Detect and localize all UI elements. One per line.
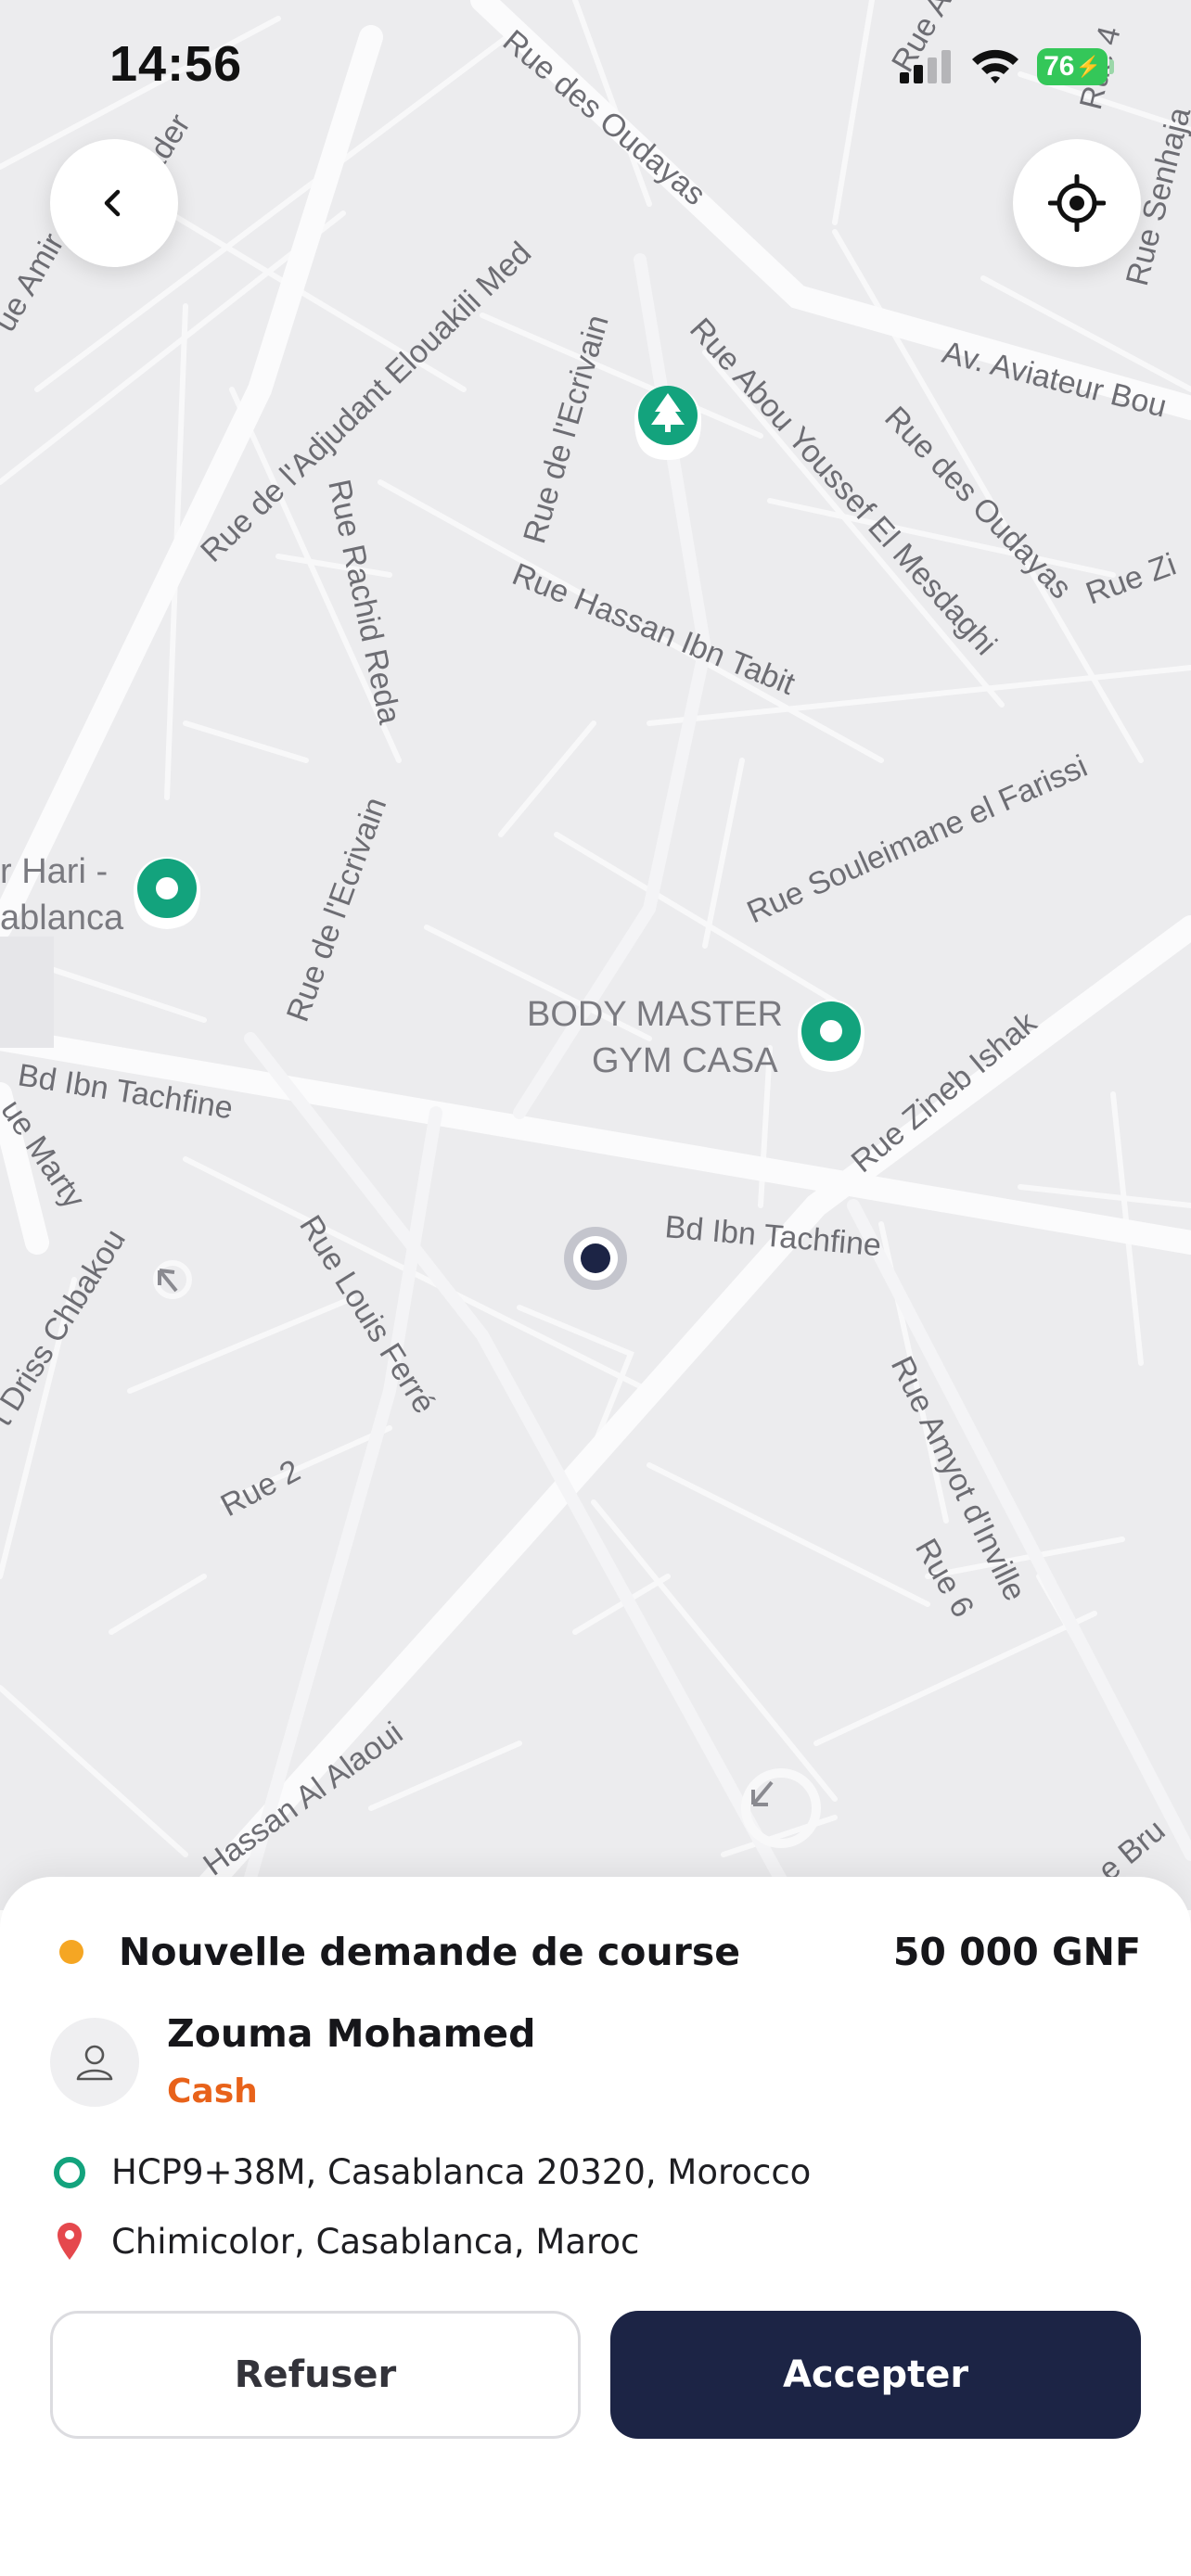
status-bar: 14:56 76 ⚡ [0, 0, 1191, 130]
pending-status-dot [59, 1940, 83, 1964]
recenter-location-button[interactable] [1013, 139, 1141, 267]
status-time: 14:56 [109, 36, 243, 92]
rider-avatar [50, 2018, 139, 2107]
back-button[interactable] [50, 139, 178, 267]
street-label: t Driss Chbakou [0, 1223, 133, 1432]
rider-name: Zouma Mohamed [167, 2011, 536, 2056]
locate-crosshair-icon [1048, 174, 1106, 232]
street-label: Rue Souleimane el Farissi [742, 748, 1093, 930]
request-title: Nouvelle demande de course [119, 1930, 741, 1974]
dropoff-address: Chimicolor, Casablanca, Maroc [111, 2222, 640, 2262]
accept-button[interactable]: Accepter [610, 2311, 1141, 2439]
cellular-signal-icon [900, 50, 951, 83]
battery-cap [1109, 59, 1114, 74]
ride-price: 50 000 GNF [892, 1930, 1141, 1974]
street-label: Rue 2 [215, 1453, 306, 1524]
poi-label: GYM CASA [592, 1041, 778, 1080]
pickup-ring-icon [54, 2157, 85, 2188]
back-chevron-icon [104, 189, 121, 217]
street-label: ue Amir [0, 227, 71, 338]
map-canvas[interactable]: Rue des Oudayas Av. Aviateur Bou Rue 4 R… [0, 0, 1191, 1910]
street-label: Rue Zi [1082, 547, 1181, 612]
map-view[interactable]: Rue des Oudayas Av. Aviateur Bou Rue 4 R… [0, 0, 1191, 1910]
payment-method: Cash [167, 2072, 258, 2111]
pickup-address: HCP9+38M, Casablanca 20320, Morocco [111, 2152, 812, 2192]
poi-label: ablanca [0, 899, 124, 937]
map-marker-icon[interactable] [134, 857, 200, 929]
wifi-icon [972, 49, 1018, 83]
charging-bolt-icon: ⚡ [1075, 55, 1101, 78]
map-marker-icon[interactable] [798, 1000, 864, 1072]
poi-label: r Hari - [0, 852, 108, 891]
current-location-marker [564, 1227, 627, 1290]
street-label: Av. Aviateur Bou [939, 335, 1170, 425]
user-icon [76, 2045, 113, 2081]
battery-level: 76 [1044, 51, 1075, 82]
request-header: Nouvelle demande de course 50 000 GNF [50, 1927, 1141, 1977]
dropoff-address-row: Chimicolor, Casablanca, Maroc [50, 2219, 1141, 2265]
street-label: Rue Hassan Ibn Tabit [507, 556, 800, 702]
street-label: Rue de l'Ecrivain [280, 793, 394, 1027]
park-marker[interactable] [634, 386, 701, 460]
turn-arrow-icon [153, 1260, 192, 1299]
street-label: Rue de l'Ecrivain [517, 312, 616, 548]
street-label: Rue 6 [908, 1533, 980, 1624]
street-label: Hassan Al Alaoui [197, 1715, 409, 1883]
battery-indicator: 76 ⚡ [1037, 48, 1108, 85]
refuse-button[interactable]: Refuser [50, 2311, 581, 2439]
pickup-address-row: HCP9+38M, Casablanca 20320, Morocco [50, 2149, 1141, 2196]
street-label: Rue Zineb Ishak [845, 1004, 1044, 1180]
dropoff-pin-icon [58, 2223, 82, 2260]
poi-label: BODY MASTER [527, 995, 783, 1034]
